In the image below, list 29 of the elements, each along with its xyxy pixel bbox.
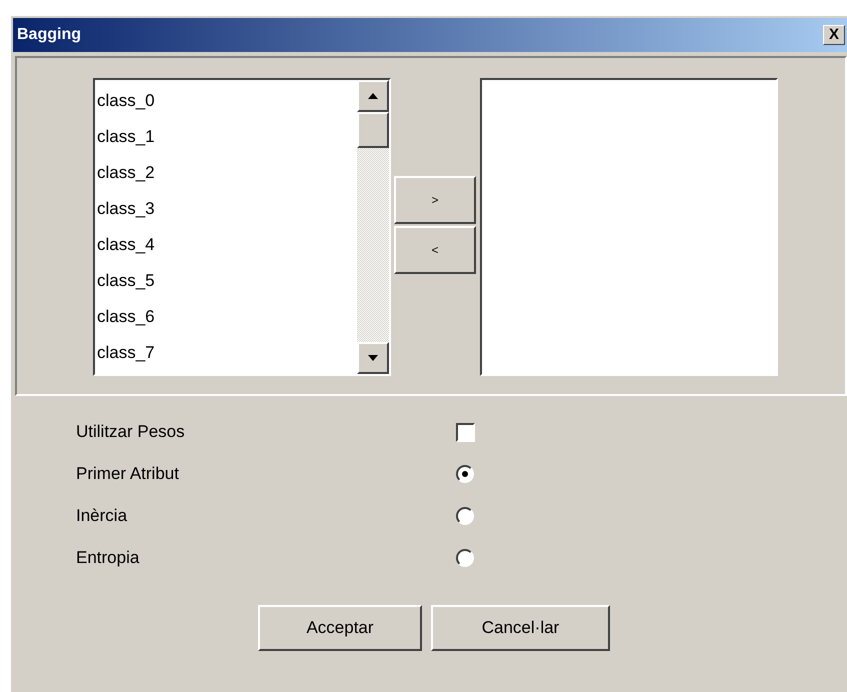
radio-button[interactable] xyxy=(456,507,474,525)
move-button[interactable]: > xyxy=(394,176,476,224)
scroll-down-button[interactable] xyxy=(357,342,389,374)
list-item[interactable]: class_7 xyxy=(95,338,357,374)
scrollbar[interactable] xyxy=(357,80,389,374)
scroll-down-icon xyxy=(368,355,378,361)
checkbox[interactable] xyxy=(456,422,475,442)
close-button[interactable]: X xyxy=(823,25,845,45)
list-item[interactable]: class_0 xyxy=(95,86,357,122)
option-label: Utilitzar Pesos xyxy=(76,421,186,443)
list-item[interactable]: class_6 xyxy=(95,302,357,338)
option-label: Inèrcia xyxy=(76,505,128,527)
list-item[interactable]: class_4 xyxy=(95,230,357,266)
move-button[interactable]: < xyxy=(394,226,476,274)
scroll-up-icon xyxy=(368,93,378,99)
option-label: Entropia xyxy=(76,547,140,569)
option-label: Primer Atribut xyxy=(76,463,180,485)
window-title: Bagging xyxy=(17,26,81,44)
scroll-up-button[interactable] xyxy=(357,80,389,112)
cancel-button[interactable]: Cancel·lar xyxy=(431,605,610,651)
radio-button[interactable] xyxy=(456,465,474,483)
list-item[interactable]: class_3 xyxy=(95,194,357,230)
list-item[interactable]: class_2 xyxy=(95,158,357,194)
radio-button[interactable] xyxy=(456,549,474,567)
list-item[interactable]: class_1 xyxy=(95,122,357,158)
scroll-thumb[interactable] xyxy=(357,112,389,148)
list-item[interactable]: class_5 xyxy=(95,266,357,302)
available-list[interactable]: class_0 class_1 class_2 class_3 class_4 class_5 class_6 class_7 xyxy=(93,78,391,376)
accept-button[interactable]: Acceptar xyxy=(258,605,422,651)
